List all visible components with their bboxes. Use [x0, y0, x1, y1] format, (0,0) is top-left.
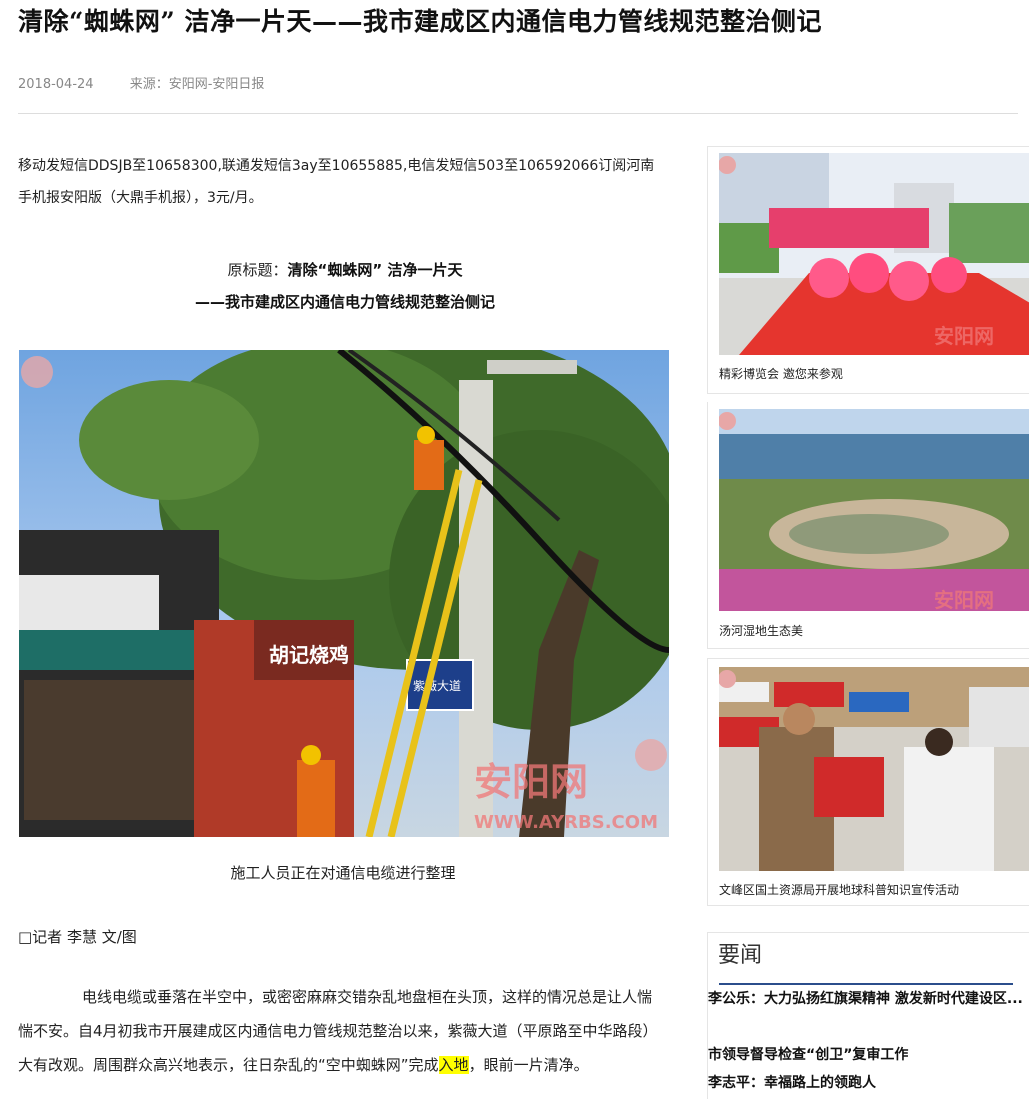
- news-link[interactable]: 李志平：幸福路上的领跑人: [708, 1069, 1026, 1097]
- top-news-panel: 要闻 李公乐：大力弘扬红旗渠精神 激发新时代建设区... 市领导督导检查“创卫”…: [707, 932, 1029, 1099]
- news-link[interactable]: 李公乐：大力弘扬红旗渠精神 激发新时代建设区...: [708, 985, 1026, 1013]
- article-date: 2018-04-24: [18, 77, 94, 92]
- article-meta: 2018-04-24 来源：安阳网-安阳日报: [18, 73, 264, 92]
- news-link[interactable]: 市领导督导检查“创卫”复审工作: [708, 1041, 1026, 1069]
- article-title: 清除“蜘蛛网” 洁净一片天——我市建成区内通信电力管线规范整治侧记: [18, 7, 822, 36]
- wetland-watermark: 安阳网: [934, 588, 994, 611]
- thumb-caption[interactable]: 精彩博览会 邀您来参观: [719, 365, 843, 382]
- sidebar-card-expo[interactable]: 安阳网 精彩博览会 邀您来参观: [707, 146, 1029, 394]
- photo-watermark: 安阳网: [474, 759, 588, 804]
- original-title-line1: 原标题：清除“蜘蛛网” 洁净一片天: [0, 254, 690, 286]
- earthday-photo: [719, 667, 1029, 871]
- source-label: 来源：: [129, 77, 169, 92]
- sidebar-card-wetland[interactable]: 安阳网 汤河湿地生态美: [707, 402, 1029, 649]
- byline: □记者 李慧 文/图: [18, 928, 137, 946]
- street-sign-text: 紫薇大道: [413, 679, 461, 693]
- original-title-label: 原标题：: [227, 261, 288, 279]
- source-link[interactable]: 安阳网-安阳日报: [169, 77, 265, 92]
- sidebar-card-earthday[interactable]: 文峰区国土资源局开展地球科普知识宣传活动: [707, 658, 1029, 906]
- article-photo: 胡记烧鸡 紫薇大道 安阳网 WWW.AYRBS.COM: [19, 350, 669, 837]
- photo-caption: 施工人员正在对通信电缆进行整理: [230, 864, 456, 882]
- thumb-image-expo[interactable]: 安阳网: [719, 153, 1029, 355]
- thumb-image-wetland[interactable]: 安阳网: [719, 409, 1029, 611]
- header-divider: [18, 113, 1018, 114]
- body-text-part2: ，眼前一片清净。: [468, 1056, 589, 1074]
- original-title-text: 清除“蜘蛛网” 洁净一片天: [287, 261, 463, 279]
- top-news-heading: 要闻: [718, 943, 763, 968]
- thumb-caption[interactable]: 汤河湿地生态美: [719, 622, 803, 639]
- photo-watermark-url: WWW.AYRBS.COM: [474, 812, 658, 833]
- photo-illustration: 胡记烧鸡 紫薇大道 安阳网 WWW.AYRBS.COM: [19, 350, 669, 837]
- thumb-caption[interactable]: 文峰区国土资源局开展地球科普知识宣传活动: [719, 881, 959, 898]
- highlighted-term: 入地: [438, 1056, 469, 1074]
- shop-sign-text: 胡记烧鸡: [269, 643, 349, 667]
- thumb-image-earthday[interactable]: [719, 667, 1029, 871]
- original-title-line2: ——我市建成区内通信电力管线规范整治侧记: [0, 286, 690, 318]
- article-body: 电线电缆或垂落在半空中，或密密麻麻交错杂乱地盘桓在头顶，这样的情况总是让人惴惴不…: [18, 980, 663, 1082]
- wetland-photo: 安阳网: [719, 409, 1029, 611]
- expo-watermark: 安阳网: [934, 324, 994, 348]
- original-title-subtitle: ——我市建成区内通信电力管线规范整治侧记: [194, 293, 495, 311]
- sms-subscription-notice: 移动发短信DDSJB至10658300,联通发短信3ay至10655885,电信…: [18, 158, 655, 206]
- expo-photo: 安阳网: [719, 153, 1029, 355]
